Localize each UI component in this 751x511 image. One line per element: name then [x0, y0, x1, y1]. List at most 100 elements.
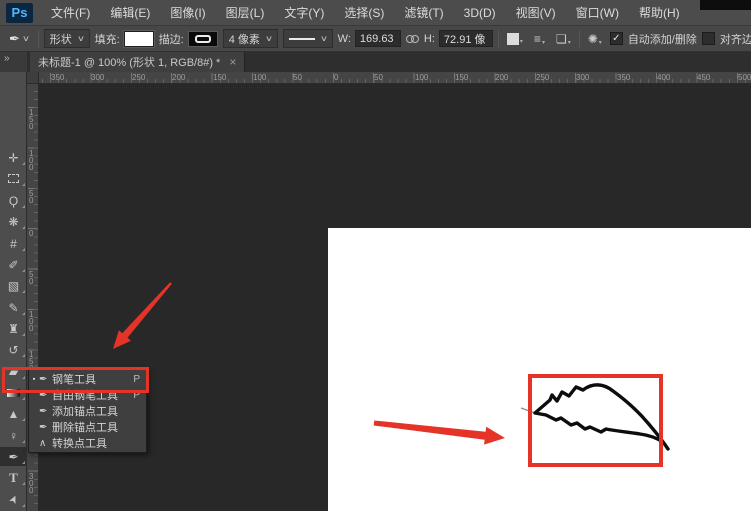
- ruler-label: 150: [29, 108, 34, 131]
- ruler-label: 100: [415, 73, 429, 82]
- close-icon[interactable]: ×: [229, 56, 236, 68]
- path-selection-tool-icon[interactable]: ➤: [0, 490, 27, 509]
- ruler-label: 0: [334, 73, 339, 82]
- stroke-width-dropdown[interactable]: 4 像素 ∨: [222, 29, 278, 48]
- annotation-highlight-box-pen-tool: [2, 367, 149, 393]
- menu-item[interactable]: 视图(V): [506, 0, 566, 26]
- width-label: W:: [337, 32, 351, 45]
- chevron-down-icon: ∨: [21, 34, 30, 43]
- align-icon: ≡: [533, 31, 541, 46]
- path-operations-icon: [506, 32, 519, 45]
- ruler-label: 150: [213, 73, 227, 82]
- quick-selection-tool-icon[interactable]: ❋: [0, 212, 27, 231]
- type-tool-icon[interactable]: T: [0, 468, 27, 487]
- annotation-arrow-to-pen-tool: [113, 282, 172, 349]
- blur-tool-icon[interactable]: ▲: [0, 404, 27, 423]
- photoshop-window: { "app_logo": "Ps", "menu_bar": { "items…: [0, 0, 751, 511]
- stroke-width-value: 4 像素: [228, 33, 260, 46]
- menu-item[interactable]: 窗口(W): [566, 0, 629, 26]
- menu-item[interactable]: 帮助(H): [629, 0, 690, 26]
- horizontal-ruler[interactable]: 350 300 250 200 150 100 50 0 50 100 150 200 250 300 35…: [39, 72, 751, 84]
- stroke-color-swatch[interactable]: [187, 30, 218, 47]
- pen-tool-icon[interactable]: ✒: [0, 447, 27, 466]
- mini-arrow-icon: ▾: [567, 39, 571, 46]
- tool-options-bar: ✒ ∨ 形状 ∨ 填充: 描边: 4 像素 ∨ ∨ W: 169.63 H: 7…: [0, 26, 751, 52]
- width-field[interactable]: 169.63: [354, 30, 401, 47]
- ruler-label: 350: [51, 73, 65, 82]
- pen-preset-icon: ✒: [9, 30, 20, 46]
- height-label: H:: [423, 32, 435, 45]
- menu-item[interactable]: 3D(D): [454, 0, 506, 26]
- ruler-label: 50: [293, 73, 302, 82]
- path-arrangement-button[interactable]: ❏ ▾: [553, 30, 574, 48]
- ruler-label: 100: [253, 73, 267, 82]
- document-tab-title: 未标题-1 @ 100% (形状 1, RGB/8#) *: [38, 57, 221, 69]
- dodge-tool-icon[interactable]: ♀: [0, 426, 27, 445]
- mini-arrow-icon: ▾: [541, 39, 545, 46]
- arrange-icon: ❏: [555, 31, 567, 46]
- geometry-options-button[interactable]: ✺ ▾: [585, 30, 605, 48]
- ruler-label: 250: [536, 73, 550, 82]
- menu-item[interactable]: 文字(Y): [274, 0, 334, 26]
- healing-brush-tool-icon[interactable]: ▧: [0, 276, 27, 295]
- tool-mode-value: 形状: [49, 33, 72, 46]
- ruler-label: 0: [29, 229, 34, 238]
- ruler-label: 400: [657, 73, 671, 82]
- lasso-tool-icon[interactable]: Ϙ: [0, 191, 27, 210]
- annotation-arrow-to-leaf: [373, 420, 505, 445]
- ruler-label: 200: [172, 73, 186, 82]
- ruler-label: 50: [29, 270, 34, 286]
- auto-add-delete-label: 自动添加/删除: [627, 33, 697, 46]
- chevron-down-icon: ∨: [76, 34, 85, 43]
- menu-item[interactable]: 图像(I): [160, 0, 215, 26]
- fill-color-swatch[interactable]: [122, 29, 155, 48]
- tools-panel: ✛ Ϙ ❋ # ✐ ▧ ✎ ♜ ↺ ▰ ▲ ♀ ✒ T ➤: [0, 72, 27, 511]
- path-operations-button[interactable]: ▾: [504, 31, 526, 47]
- chevron-down-icon: ∨: [264, 34, 273, 43]
- ruler-label: 300: [29, 472, 34, 495]
- menu-item[interactable]: 图层(L): [216, 0, 275, 26]
- menu-bar: Ps 文件(F) 编辑(E) 图像(I) 图层(L) 文字(Y) 选择(S) 滤镜(T) 3D…: [0, 0, 751, 26]
- menu-item[interactable]: 选择(S): [334, 0, 394, 26]
- height-field[interactable]: 72.91 像: [438, 30, 493, 47]
- align-edges-label: 对齐边缘: [719, 33, 751, 46]
- tool-mode-dropdown[interactable]: 形状 ∨: [43, 29, 90, 48]
- ruler-label: 450: [697, 73, 711, 82]
- ruler-corner: [27, 72, 39, 84]
- eyedropper-tool-icon[interactable]: ✐: [0, 255, 27, 274]
- toolbar-collapse-button[interactable]: »: [0, 52, 27, 72]
- ruler-label: 50: [29, 189, 34, 205]
- path-alignment-button[interactable]: ≡ ▾: [531, 30, 548, 48]
- chevron-down-icon: ∨: [319, 34, 328, 43]
- ruler-label: 100: [29, 149, 34, 172]
- window-corner-strip: [700, 0, 751, 10]
- move-tool-icon[interactable]: ✛: [0, 148, 27, 167]
- photoshop-logo: Ps: [6, 2, 33, 23]
- link-dimensions-icon[interactable]: [405, 34, 419, 43]
- history-brush-tool-icon[interactable]: ↺: [0, 340, 27, 359]
- mini-arrow-icon: ▾: [598, 39, 602, 46]
- ruler-label: 150: [455, 73, 469, 82]
- horizontal-ruler-ticks: [39, 72, 751, 83]
- pen-variant-icon: ✒: [39, 421, 48, 433]
- checkmark-icon: ✓: [612, 33, 621, 44]
- menu-item-delete-anchor-tool[interactable]: ✒ 删除锚点工具: [29, 419, 146, 435]
- document-tab[interactable]: 未标题-1 @ 100% (形状 1, RGB/8#) * ×: [30, 52, 246, 72]
- stroke-style-dropdown[interactable]: ∨: [282, 29, 333, 48]
- menu-item[interactable]: 编辑(E): [100, 0, 160, 26]
- marquee-tool-icon[interactable]: [0, 169, 27, 188]
- ruler-label: 100: [29, 310, 34, 333]
- menu-item-add-anchor-tool[interactable]: ✒ 添加锚点工具: [29, 403, 146, 419]
- crop-tool-icon[interactable]: #: [0, 234, 27, 253]
- menu-item[interactable]: 文件(F): [41, 0, 100, 26]
- align-edges-checkbox[interactable]: [701, 32, 715, 45]
- mini-arrow-icon: ▾: [519, 38, 523, 45]
- stroke-style-sample: [288, 37, 315, 40]
- clone-stamp-tool-icon[interactable]: ♜: [0, 319, 27, 338]
- gear-icon: ✺: [587, 31, 598, 46]
- tool-preset-picker[interactable]: ✒ ∨: [5, 29, 33, 49]
- brush-tool-icon[interactable]: ✎: [0, 298, 27, 317]
- menu-item-convert-point-tool[interactable]: ∧ 转换点工具: [29, 435, 146, 451]
- menu-item[interactable]: 滤镜(T): [394, 0, 453, 26]
- auto-add-delete-checkbox[interactable]: ✓: [609, 32, 623, 45]
